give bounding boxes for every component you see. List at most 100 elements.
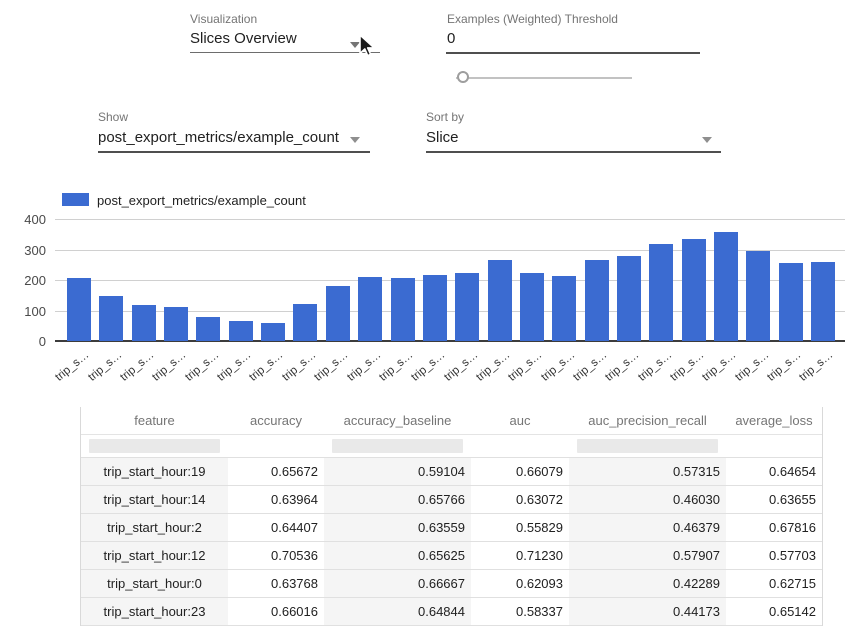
- filter-input[interactable]: [577, 439, 718, 453]
- visualization-chevron-down-icon: [350, 42, 360, 48]
- table-row: trip_start_hour:140.639640.657660.630720…: [81, 486, 822, 514]
- bar-3[interactable]: [164, 307, 188, 341]
- feature-cell: trip_start_hour:2: [81, 514, 228, 542]
- metric-cell: 0.67816: [726, 514, 822, 542]
- y-axis-tick: 300: [0, 243, 46, 258]
- x-axis-label: trip_s…: [668, 349, 706, 384]
- metrics-table-grid: featureaccuracyaccuracy_baselineaucauc_p…: [81, 407, 822, 626]
- filter-cell[interactable]: [324, 435, 471, 458]
- x-axis-label: trip_s…: [312, 349, 350, 384]
- x-axis-label: trip_s…: [765, 349, 803, 384]
- x-axis-label: trip_s…: [377, 349, 415, 384]
- column-header-accuracy[interactable]: accuracy: [228, 407, 324, 435]
- bar-18[interactable]: [649, 244, 673, 341]
- bar-16[interactable]: [585, 260, 609, 341]
- x-axis-label: trip_s…: [183, 349, 221, 384]
- sort-by-value: Slice: [426, 129, 721, 146]
- threshold-slider[interactable]: [456, 70, 636, 86]
- x-axis-label: trip_s…: [798, 349, 836, 384]
- table-row: trip_start_hour:00.637680.666670.620930.…: [81, 570, 822, 598]
- filter-cell[interactable]: [569, 435, 726, 458]
- table-row: trip_start_hour:190.656720.591040.660790…: [81, 458, 822, 486]
- bar-9[interactable]: [358, 277, 382, 341]
- x-axis-label: trip_s…: [280, 349, 318, 384]
- bar-10[interactable]: [391, 278, 415, 341]
- legend-swatch: [62, 193, 89, 206]
- filter-cell[interactable]: [471, 435, 569, 458]
- metric-cell: 0.42289: [569, 570, 726, 598]
- column-header-accuracy_baseline[interactable]: accuracy_baseline: [324, 407, 471, 435]
- x-axis-label: trip_s…: [604, 349, 642, 384]
- metric-cell: 0.59104: [324, 458, 471, 486]
- bar-19[interactable]: [682, 239, 706, 341]
- y-axis-tick: 0: [0, 334, 46, 349]
- column-header-feature[interactable]: feature: [81, 407, 228, 435]
- bar-13[interactable]: [488, 260, 512, 341]
- threshold-input[interactable]: 0: [447, 30, 455, 47]
- feature-cell: trip_start_hour:14: [81, 486, 228, 514]
- bar-4[interactable]: [196, 317, 220, 341]
- feature-cell: trip_start_hour:19: [81, 458, 228, 486]
- filter-cell[interactable]: [726, 435, 822, 458]
- metric-cell: 0.66079: [471, 458, 569, 486]
- x-axis-label: trip_s…: [507, 349, 545, 384]
- bar-0[interactable]: [67, 278, 91, 341]
- filter-input[interactable]: [89, 439, 220, 453]
- metric-cell: 0.62715: [726, 570, 822, 598]
- bar-5[interactable]: [229, 321, 253, 341]
- bar-23[interactable]: [811, 262, 835, 341]
- metric-cell: 0.66667: [324, 570, 471, 598]
- x-axis-label: trip_s…: [118, 349, 156, 384]
- metric-cell: 0.62093: [471, 570, 569, 598]
- column-header-auc_precision_recall[interactable]: auc_precision_recall: [569, 407, 726, 435]
- metric-cell: 0.63768: [228, 570, 324, 598]
- metric-cell: 0.58337: [471, 598, 569, 626]
- metric-cell: 0.71230: [471, 542, 569, 570]
- x-axis-label: trip_s…: [539, 349, 577, 384]
- bar-6[interactable]: [261, 323, 285, 341]
- table-row: trip_start_hour:230.660160.648440.583370…: [81, 598, 822, 626]
- y-axis-tick: 400: [0, 212, 46, 227]
- show-dropdown[interactable]: post_export_metrics/example_count: [98, 129, 370, 146]
- bar-21[interactable]: [746, 251, 770, 341]
- bar-8[interactable]: [326, 286, 350, 341]
- visualization-underline: [190, 52, 380, 53]
- bar-11[interactable]: [423, 275, 447, 341]
- bar-2[interactable]: [132, 305, 156, 341]
- metric-cell: 0.63655: [726, 486, 822, 514]
- show-label: Show: [98, 110, 128, 124]
- filter-cell[interactable]: [81, 435, 228, 458]
- metric-cell: 0.65625: [324, 542, 471, 570]
- filter-input[interactable]: [332, 439, 463, 453]
- sort-by-dropdown[interactable]: Slice: [426, 129, 721, 146]
- visualization-label: Visualization: [190, 12, 257, 26]
- slices-bar-chart: post_export_metrics/example_count 400 300…: [0, 186, 863, 400]
- metric-cell: 0.57315: [569, 458, 726, 486]
- bar-1[interactable]: [99, 296, 123, 341]
- metric-cell: 0.65766: [324, 486, 471, 514]
- slider-track[interactable]: [456, 77, 632, 79]
- show-underline: [98, 151, 370, 153]
- slider-thumb[interactable]: [457, 71, 469, 83]
- x-axis-label: trip_s…: [86, 349, 124, 384]
- column-header-average_loss[interactable]: average_loss: [726, 407, 822, 435]
- bar-22[interactable]: [779, 263, 803, 341]
- metric-cell: 0.64844: [324, 598, 471, 626]
- slices-overview-app: { "controls": { "visualization": { "labe…: [0, 0, 863, 626]
- bar-20[interactable]: [714, 232, 738, 341]
- bar-17[interactable]: [617, 256, 641, 341]
- bar-12[interactable]: [455, 273, 479, 341]
- bar-15[interactable]: [552, 276, 576, 341]
- filter-cell[interactable]: [228, 435, 324, 458]
- bar-14[interactable]: [520, 273, 544, 341]
- column-header-auc[interactable]: auc: [471, 407, 569, 435]
- x-axis-label: trip_s…: [701, 349, 739, 384]
- bar-7[interactable]: [293, 304, 317, 341]
- x-axis-label: trip_s…: [442, 349, 480, 384]
- metric-cell: 0.64407: [228, 514, 324, 542]
- x-axis-label: trip_s…: [54, 349, 92, 384]
- feature-cell: trip_start_hour:12: [81, 542, 228, 570]
- legend-label: post_export_metrics/example_count: [97, 193, 306, 208]
- metric-cell: 0.57703: [726, 542, 822, 570]
- x-axis-label: trip_s…: [571, 349, 609, 384]
